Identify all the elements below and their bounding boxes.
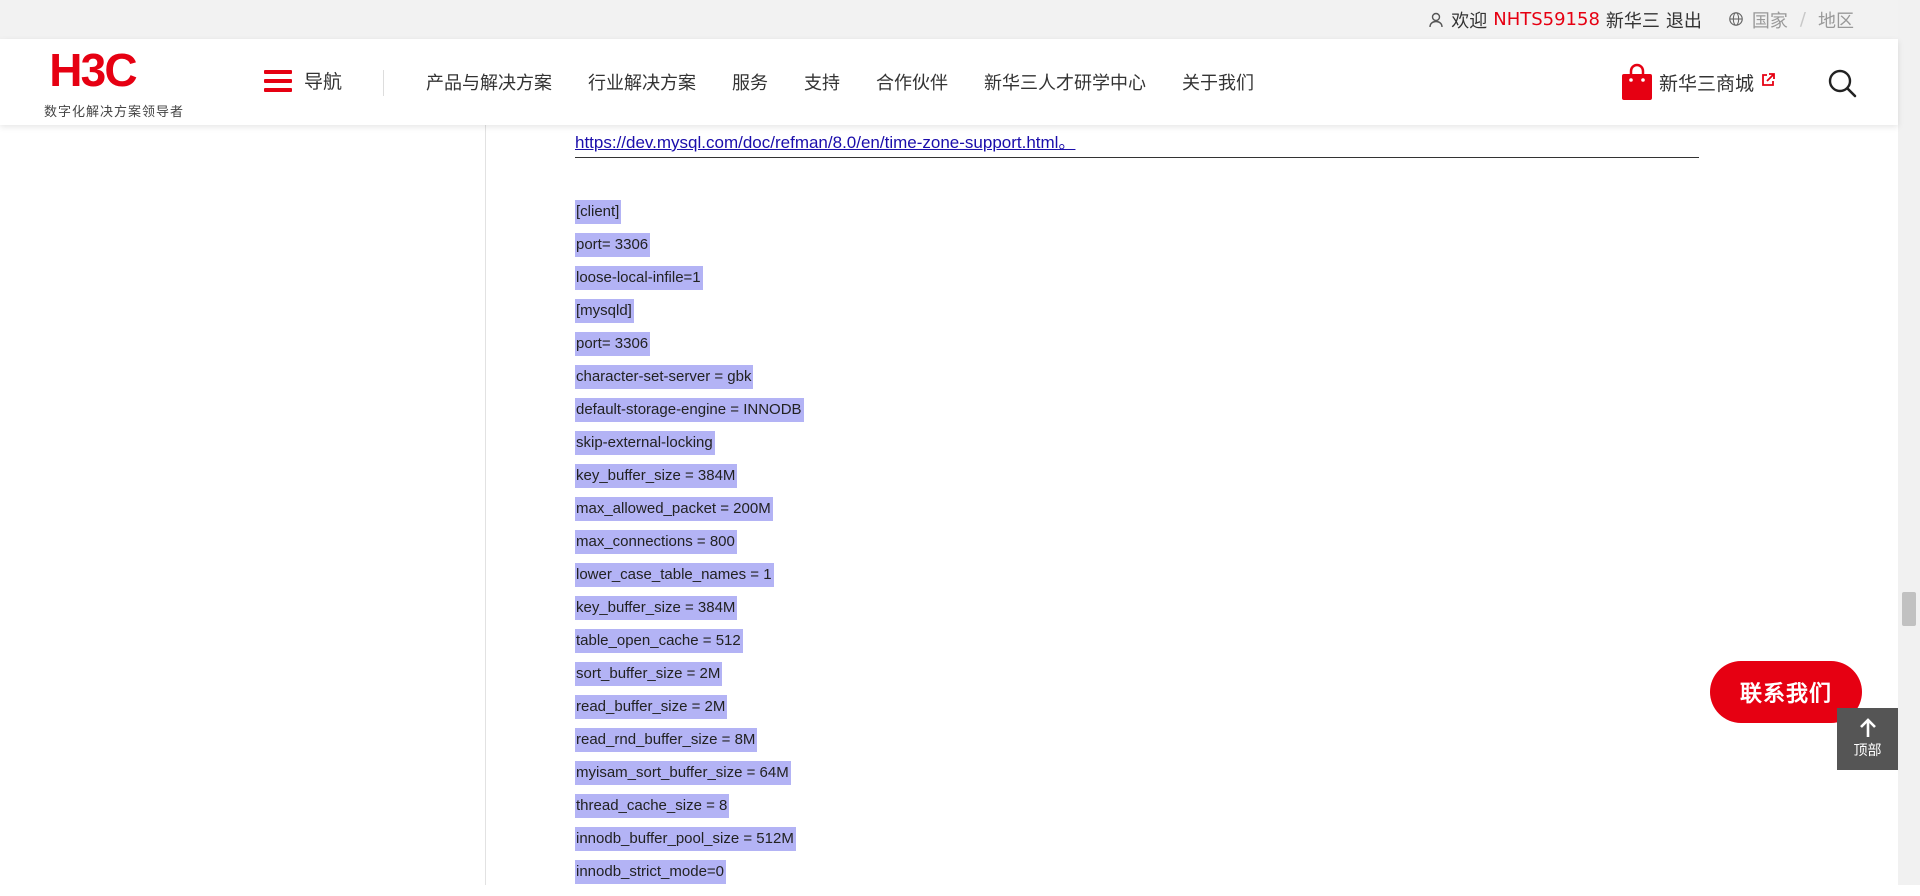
company-text: 新华三 [1605, 10, 1660, 32]
link-suffix: 。 [1058, 133, 1076, 152]
config-line: [mysqld] [575, 299, 634, 323]
nav-divider [383, 70, 384, 96]
shop-label: 新华三商城 [1659, 72, 1755, 95]
nav-label: 导航 [304, 71, 343, 93]
user-icon [1427, 11, 1445, 29]
config-line: max_allowed_packet = 200M [575, 497, 773, 521]
config-line: [client] [575, 200, 622, 224]
config-line: sort_buffer_size = 2M [575, 662, 723, 686]
main-menu: 产品与解决方案 行业解决方案 服务 支持 合作伙伴 新华三人才研学中心 关于我们 [426, 69, 1290, 95]
doc-link-row: https://dev.mysql.com/doc/refman/8.0/en/… [575, 128, 1075, 153]
region-link[interactable]: 地区 [1818, 7, 1854, 33]
top-utility-bar: 欢迎 NHTS59158 新华三 退出 国家 / 地区 [0, 0, 1898, 39]
user-area: 欢迎 NHTS59158 新华三 退出 国家 / 地区 [1427, 0, 1854, 39]
config-line: loose-local-infile=1 [575, 266, 703, 290]
logo-slogan: 数字化解决方案领导者 [44, 105, 185, 120]
region-separator: / [1799, 9, 1806, 30]
menu-item-about[interactable]: 关于我们 [1182, 69, 1254, 95]
config-line: key_buffer_size = 384M [575, 464, 738, 488]
menu-item-industry[interactable]: 行业解决方案 [588, 69, 696, 95]
config-line: default-storage-engine = INNODB [575, 398, 804, 422]
mysql-doc-link[interactable]: https://dev.mysql.com/doc/refman/8.0/en/… [575, 133, 1058, 152]
config-line: read_rnd_buffer_size = 8M [575, 728, 758, 752]
region-selector[interactable]: 国家 / 地区 [1728, 7, 1854, 33]
config-line: innodb_strict_mode=0 [575, 860, 727, 884]
arrow-up-icon [1859, 718, 1877, 738]
scrollbar-thumb[interactable] [1902, 592, 1916, 626]
hamburger-icon [264, 69, 292, 92]
config-line: innodb_buffer_pool_size = 512M [575, 827, 796, 851]
back-to-top-button[interactable]: 顶部 [1837, 708, 1898, 770]
config-line: max_connections = 800 [575, 530, 737, 554]
config-line: character-set-server = gbk [575, 365, 754, 389]
menu-item-service[interactable]: 服务 [732, 69, 768, 95]
username-link[interactable]: NHTS59158 [1493, 9, 1600, 30]
shop-link[interactable]: 新华三商城 [1620, 63, 1776, 101]
shopping-bag-icon [1620, 63, 1654, 101]
menu-item-support[interactable]: 支持 [804, 69, 840, 95]
back-to-top-label: 顶部 [1853, 743, 1882, 759]
menu-item-products[interactable]: 产品与解决方案 [426, 69, 552, 95]
welcome-text: 欢迎 [1451, 10, 1488, 32]
nav-toggle-button[interactable]: 导航 [264, 67, 342, 94]
sidebar-divider [485, 125, 486, 885]
config-line: skip-external-locking [575, 431, 715, 455]
external-link-icon [1760, 71, 1776, 87]
config-line: myisam_sort_buffer_size = 64M [575, 761, 791, 785]
config-line: key_buffer_size = 384M [575, 596, 738, 620]
config-line: lower_case_table_names = 1 [575, 563, 774, 587]
page-scrollbar[interactable] [1898, 0, 1920, 885]
logo-text: H3C [49, 49, 136, 95]
search-icon[interactable] [1827, 68, 1857, 98]
menu-item-partners[interactable]: 合作伙伴 [876, 69, 948, 95]
globe-icon [1728, 11, 1746, 29]
logout-link[interactable]: 退出 [1666, 7, 1702, 33]
config-line: table_open_cache = 512 [575, 629, 743, 653]
menu-item-talent-center[interactable]: 新华三人才研学中心 [984, 69, 1146, 95]
country-link[interactable]: 国家 [1752, 7, 1788, 33]
config-block: [client] port= 3306 loose-local-infile=1… [575, 200, 804, 896]
config-line: port= 3306 [575, 332, 651, 356]
main-header: H3C 数字化解决方案领导者 导航 产品与解决方案 行业解决方案 服务 支持 合… [0, 39, 1898, 125]
config-line: read_buffer_size = 2M [575, 695, 728, 719]
config-line: thread_cache_size = 8 [575, 794, 730, 818]
horizontal-rule [575, 157, 1699, 158]
config-line: port= 3306 [575, 233, 651, 257]
